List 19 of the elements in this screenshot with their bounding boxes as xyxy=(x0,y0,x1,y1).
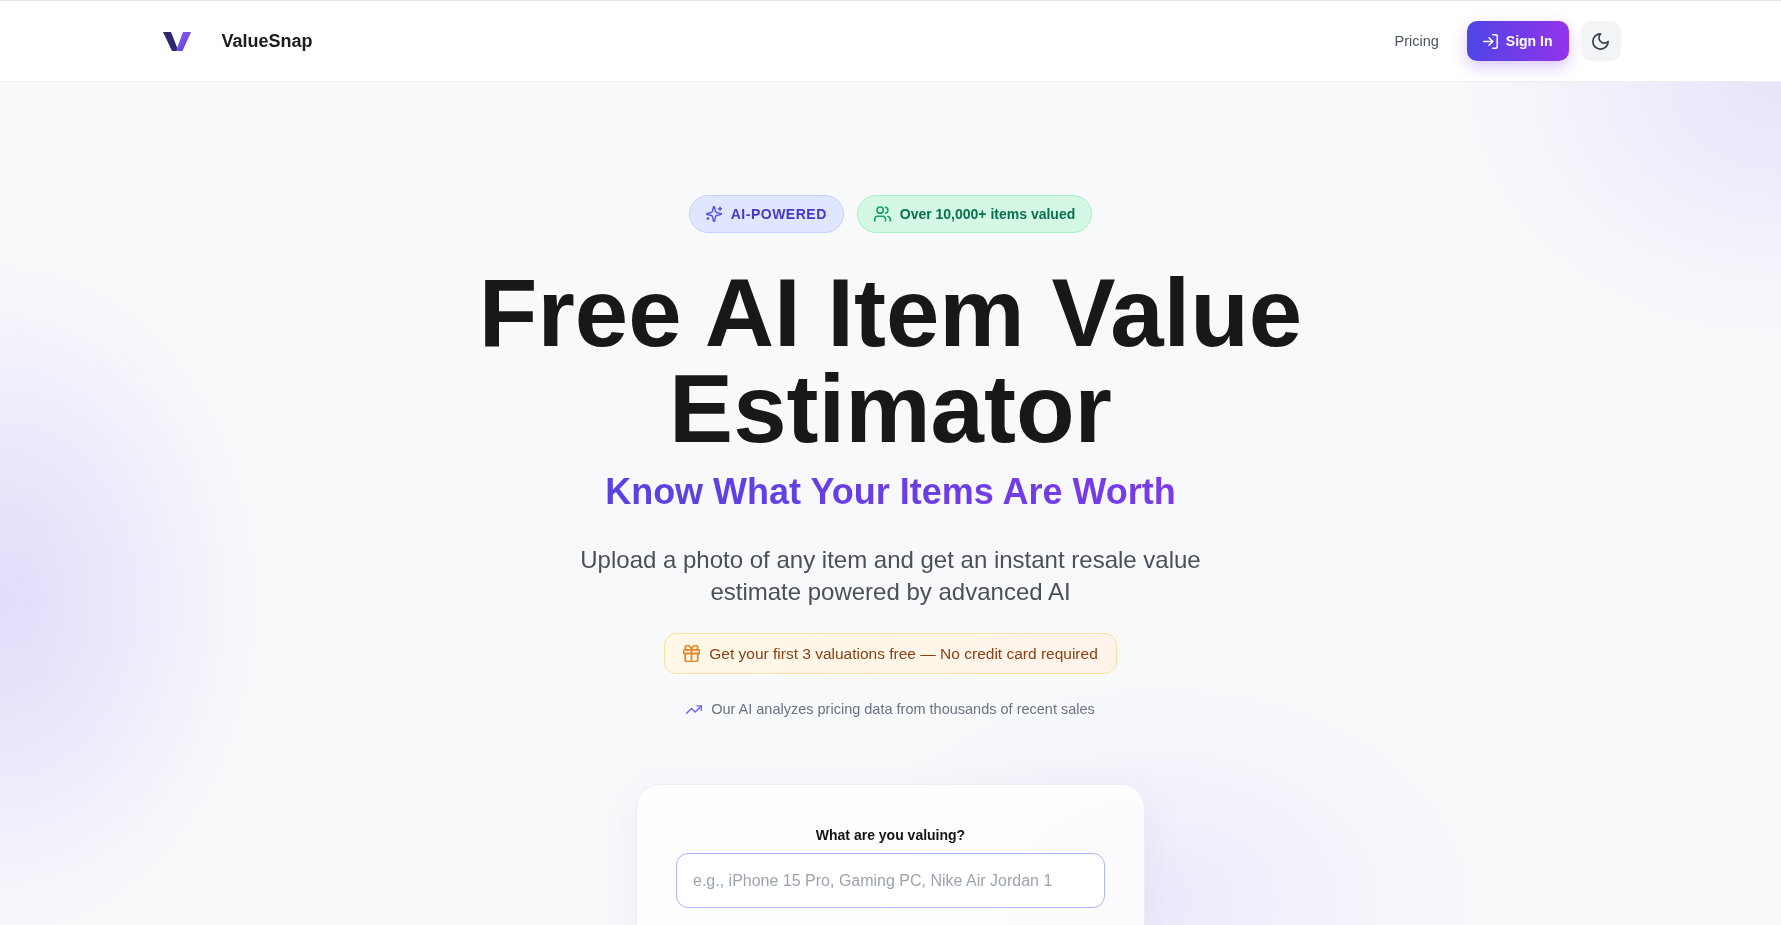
gift-icon xyxy=(683,645,701,662)
info-note: Our AI analyzes pricing data from thousands of recent sales xyxy=(711,700,1095,719)
trend-up-icon xyxy=(686,704,703,714)
hero-title: Free AI Item Value Estimator xyxy=(477,265,1304,457)
sparkles-icon xyxy=(705,206,722,222)
users-icon xyxy=(873,206,891,222)
offer-text: Get your first 3 valuations free — No credit card required xyxy=(709,644,1098,663)
badge-text: AI-POWERED xyxy=(730,206,827,222)
logo-icon xyxy=(162,31,191,51)
moon-icon xyxy=(1592,32,1609,50)
brand-name[interactable]: ValueSnap xyxy=(221,30,313,52)
item-input-field[interactable]: e.g., iPhone 15 Pro, Gaming PC, Nike Air Jordan 1 xyxy=(676,853,1105,908)
sign-in-button[interactable]: Sign In xyxy=(1466,21,1569,61)
badge-text: Over 10,000+ items valued xyxy=(899,206,1076,222)
nav-link[interactable]: Pricing xyxy=(1394,33,1439,49)
hero-description: Upload a photo of any item and get an instant resale value estimate powered by advanced AI xyxy=(579,545,1202,607)
login-icon xyxy=(1482,33,1498,49)
theme-toggle-button[interactable] xyxy=(1580,21,1621,61)
field-label: What are you valuing? xyxy=(814,826,967,845)
